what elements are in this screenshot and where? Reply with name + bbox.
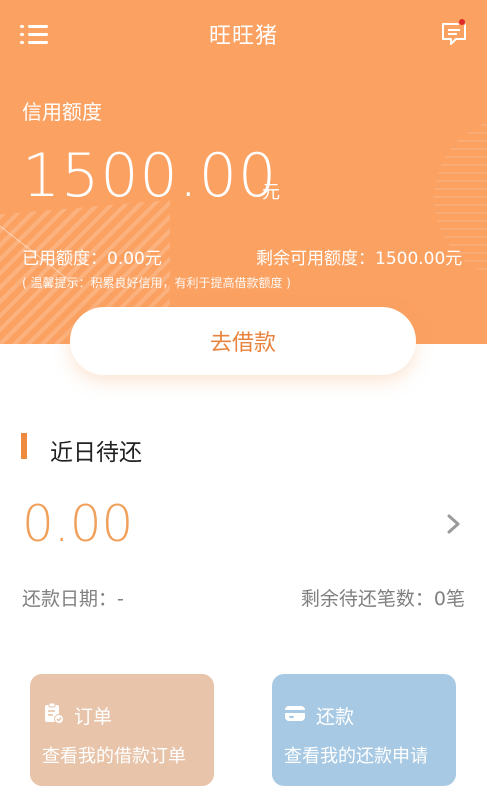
remaining-count-text: 剩余待还笔数：0笔 (300, 588, 465, 610)
orders-card-title: 订单 (74, 706, 113, 728)
repayment-card[interactable]: 还款 查看我的还款申请 (272, 674, 456, 786)
credit-hero-panel: 旺旺猪 信用额度 1500.00 元 已用额度：0.00元 剩余可用额度：150… (0, 0, 487, 344)
wallet-card-icon (285, 706, 305, 721)
due-amount: 0.00 (22, 495, 134, 553)
page-title: 旺旺猪 (208, 24, 278, 49)
unread-dot (458, 18, 466, 26)
repayment-card-subtitle: 查看我的还款申请 (284, 746, 428, 767)
repayment-date-text: 还款日期：- (22, 588, 124, 610)
credit-limit-amount: 1500.00 (22, 141, 278, 211)
credit-limit-unit: 元 (262, 182, 280, 203)
orders-card-subtitle: 查看我的借款订单 (42, 746, 186, 767)
clipboard-check-icon (45, 702, 64, 724)
repayment-card-title: 还款 (316, 706, 355, 728)
due-section-title: 近日待还 (50, 440, 142, 466)
used-credit-text: 已用额度：0.00元 (22, 249, 162, 269)
remaining-credit-text: 剩余可用额度：1500.00元 (256, 249, 463, 269)
borrow-button[interactable]: 去借款 (70, 307, 416, 375)
orders-card[interactable]: 订单 查看我的借款订单 (30, 674, 214, 786)
chevron-right-icon[interactable] (444, 513, 464, 535)
section-accent-bar (21, 433, 27, 459)
credit-tip-text: ( 温馨提示：积累良好信用，有利于提高借款额度 ) (22, 276, 291, 290)
credit-limit-label: 信用额度 (22, 100, 102, 124)
